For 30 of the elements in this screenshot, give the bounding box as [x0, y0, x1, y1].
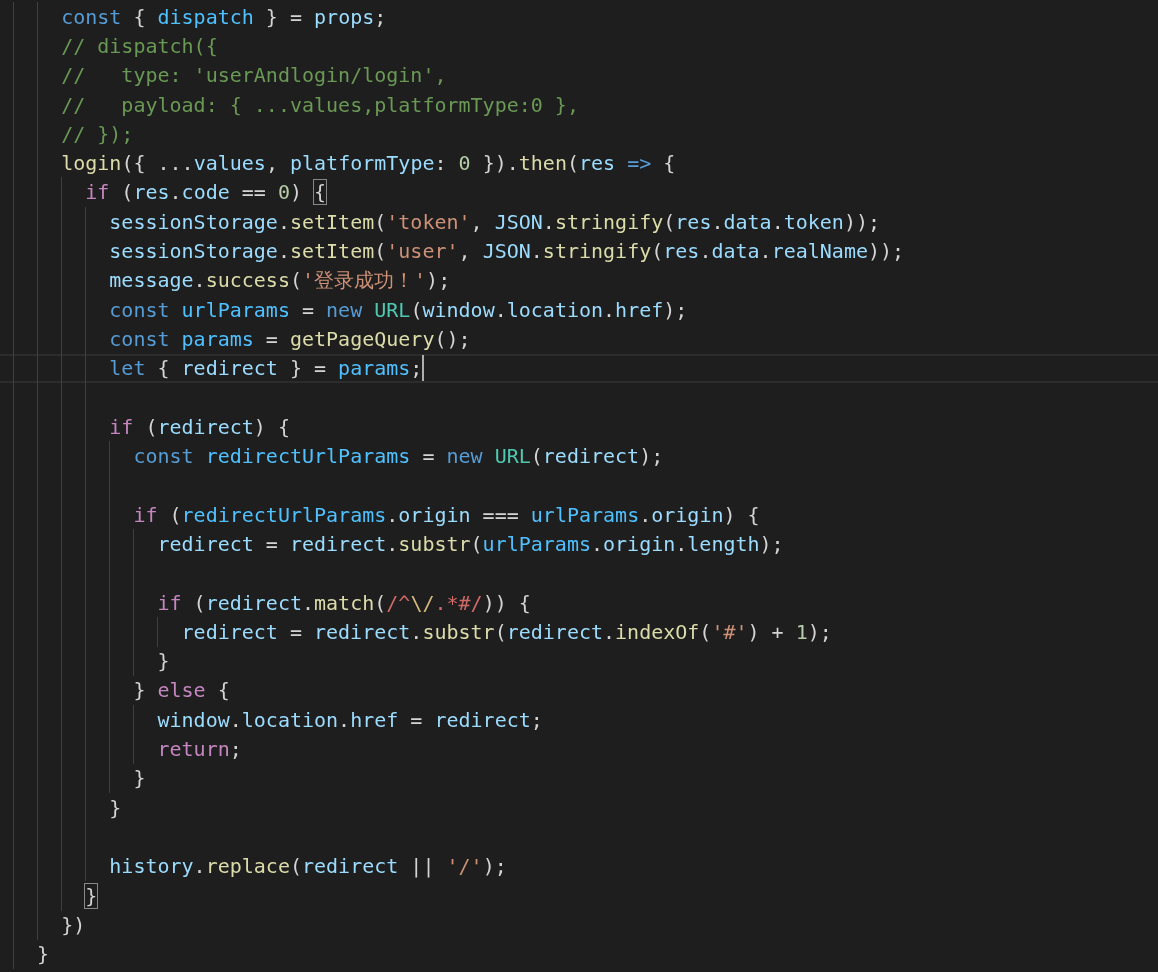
code-line: // });: [13, 120, 134, 147]
code-line: // type: 'userAndlogin/login',: [13, 62, 447, 89]
code-line: message.success('登录成功！');: [13, 267, 451, 294]
code-line: }: [13, 765, 146, 792]
code-line: }: [13, 882, 98, 909]
code-line: // payload: { ...values,platformType:0 },: [13, 91, 579, 118]
code-line: history.replace(redirect || '/');: [13, 853, 507, 880]
code-line: if (redirect) {: [13, 413, 290, 440]
code-line: }: [13, 648, 170, 675]
code-line: let { redirect } = params;: [13, 355, 423, 382]
code-line: window.location.href = redirect;: [13, 706, 543, 733]
code-line: } else {: [13, 677, 230, 704]
code-line: return;: [13, 736, 242, 763]
code-line: login({ ...values, platformType: 0 }).then(res => {: [13, 150, 676, 177]
code-line: redirect = redirect.substr(urlParams.origin.length);: [13, 531, 784, 557]
code-line: if (redirectUrlParams.origin === urlParams.origin) {: [13, 501, 760, 528]
code-line: redirect = redirect.substr(redirect.indexOf('#') + 1);: [13, 618, 832, 645]
code-line: sessionStorage.setItem('user', JSON.stringify(res.data.realName));: [13, 238, 905, 265]
code-line: if (res.code == 0) {: [13, 179, 327, 206]
text-cursor: [422, 355, 425, 382]
code-line: }): [13, 911, 86, 938]
code-line: const urlParams = new URL(window.location.href);: [13, 296, 688, 323]
code-line: const params = getPageQuery();: [13, 325, 471, 352]
code-line: // dispatch({: [13, 32, 218, 59]
code-line: const { dispatch } = props;: [13, 3, 387, 30]
code-line: if (redirect.match(/^\/.*#/)) {: [13, 589, 531, 616]
code-line: }: [13, 941, 50, 968]
code-line: sessionStorage.setItem('token', JSON.stringify(res.data.token));: [13, 208, 881, 235]
code-line: const redirectUrlParams = new URL(redirect);: [13, 443, 664, 470]
code-line: }: [13, 794, 122, 821]
